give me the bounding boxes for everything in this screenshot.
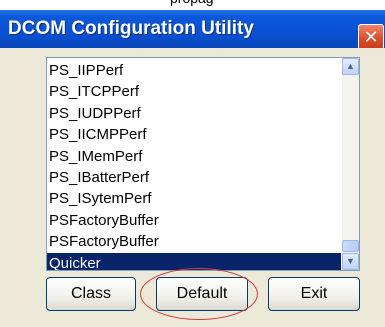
scrollbar-thumb[interactable] xyxy=(342,240,359,252)
scroll-down-button[interactable]: ▼ xyxy=(342,253,359,270)
list-item[interactable]: PS_ITCPPerf xyxy=(47,81,341,102)
top-strip-text: propag xyxy=(170,0,214,6)
title-bar[interactable]: DCOM Configuration Utility ✕ xyxy=(0,10,385,50)
vertical-scrollbar[interactable]: ▲ ▼ xyxy=(342,58,359,270)
window-title: DCOM Configuration Utility xyxy=(8,18,254,39)
default-button[interactable]: Default xyxy=(156,277,248,311)
list-item[interactable]: PS_IMemPerf xyxy=(47,146,341,167)
exit-button[interactable]: Exit xyxy=(268,277,360,311)
list-item[interactable]: PSFactoryBuffer xyxy=(47,231,341,252)
list-item[interactable]: PS_IBatterPerf xyxy=(47,167,341,188)
scroll-up-button[interactable]: ▲ xyxy=(342,58,359,75)
list-item[interactable]: PS_IIPPerf xyxy=(47,60,341,81)
top-strip: propag xyxy=(0,0,385,10)
list-item[interactable]: PS_IUDPPerf xyxy=(47,103,341,124)
chevron-down-icon: ▼ xyxy=(346,256,355,266)
list-item[interactable]: PS_IICMPPerf xyxy=(47,124,341,145)
list-item[interactable]: PS_ISytemPerf xyxy=(47,188,341,209)
close-button[interactable]: ✕ xyxy=(358,24,384,50)
list-item[interactable]: PSFactoryBuffer xyxy=(47,210,341,231)
class-button[interactable]: Class xyxy=(46,277,136,311)
component-listbox[interactable]: PS_IIPPerf PS_ITCPPerf PS_IUDPPerf PS_II… xyxy=(46,57,360,271)
close-icon: ✕ xyxy=(363,27,379,47)
chevron-up-icon: ▲ xyxy=(346,61,355,71)
list-items: PS_IIPPerf PS_ITCPPerf PS_IUDPPerf PS_II… xyxy=(47,60,341,270)
list-item-selected[interactable]: Quicker xyxy=(47,252,341,270)
